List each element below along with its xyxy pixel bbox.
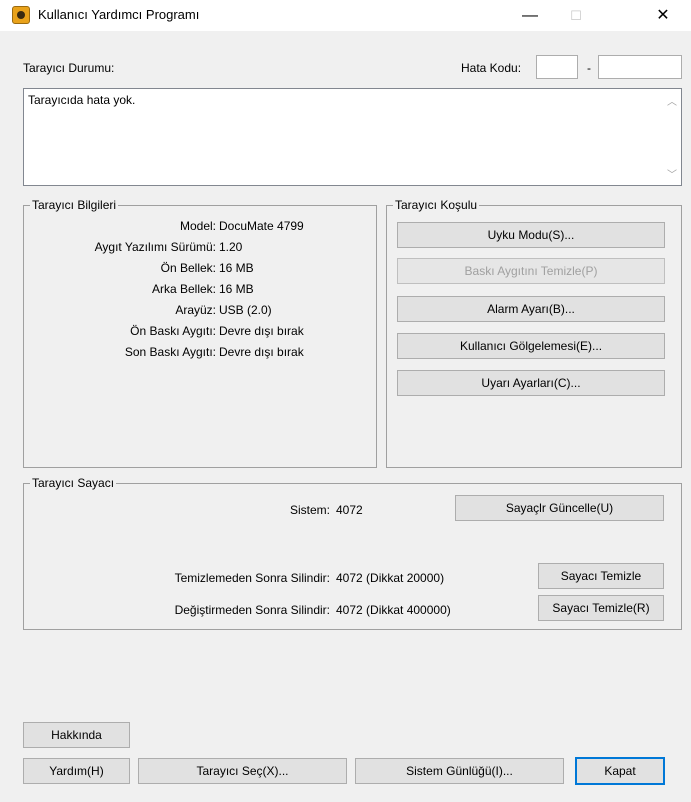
scroll-down-icon[interactable]: ﹀ [667,166,677,181]
info-label: Ön Bellek: [160,261,216,275]
help-button[interactable]: Yardım(H) [23,758,130,784]
system-counter-value: 4072 [336,503,363,517]
after-clean-label: Temizlemeden Sonra Silindir: [174,571,330,585]
after-clean-value: 4072 (Dikkat 20000) [336,571,445,585]
user-shading-button[interactable]: Kullanıcı Gölgelemesi(E)... [397,333,665,359]
status-message-box[interactable]: Tarayıcıda hata yok. ︿ ﹀ [23,88,682,186]
info-label: Aygıt Yazılımı Sürümü: [94,240,216,254]
error-code-label: Hata Kodu: [461,61,522,75]
close-window-button[interactable]: ✕ [640,0,686,31]
about-button[interactable]: Hakkında [23,722,130,748]
info-value: Devre dışı bırak [219,324,304,338]
after-replace-label: Değiştirmeden Sonra Silindir: [174,603,330,617]
scanner-info-title: Tarayıcı Bilgileri [30,198,119,212]
scanner-counter-title: Tarayıcı Sayacı [30,476,117,490]
system-counter-label: Sistem: [289,503,330,517]
clear-counter-button[interactable]: Sayacı Temizle [538,563,664,589]
info-label: Arayüz: [175,303,216,317]
info-label: Ön Baskı Aygıtı: [130,324,216,338]
error-code-separator: - [587,61,591,75]
info-value: DocuMate 4799 [219,219,304,233]
info-value: Devre dışı bırak [219,345,304,359]
select-scanner-button[interactable]: Tarayıcı Seç(X)... [138,758,347,784]
scanner-condition-title: Tarayıcı Koşulu [393,198,480,212]
info-value: 1.20 [219,240,243,254]
maximize-button[interactable]: ☐ [553,0,599,31]
info-label: Son Baskı Aygıtı: [124,345,216,359]
info-value: 16 MB [219,261,254,275]
info-value: USB (2.0) [219,303,272,317]
scroll-up-icon[interactable]: ︿ [667,93,677,108]
app-icon [12,6,30,24]
minimize-button[interactable]: — [507,0,553,31]
update-counters-button[interactable]: Sayaçlr Güncelle(U) [455,495,664,521]
scanner-status-label: Tarayıcı Durumu: [23,61,115,75]
error-code-field-1 [536,55,578,79]
info-label: Arka Bellek: [151,282,216,296]
clear-counter-r-button[interactable]: Sayacı Temizle(R) [538,595,664,621]
after-replace-value: 4072 (Dikkat 400000) [336,603,451,617]
title-bar: Kullanıcı Yardımcı Programı — ☐ ✕ [0,0,691,31]
info-value: 16 MB [219,282,254,296]
info-label: Model: [179,219,216,233]
close-button[interactable]: Kapat [575,757,665,785]
error-code-field-2 [598,55,682,79]
alarm-settings-button[interactable]: Alarm Ayarı(B)... [397,296,665,322]
window-title: Kullanıcı Yardımcı Programı [38,7,200,22]
warning-settings-button[interactable]: Uyarı Ayarları(C)... [397,370,665,396]
status-message: Tarayıcıda hata yok. [28,93,136,107]
clear-imprinter-button[interactable]: Baskı Aygıtını Temizle(P) [397,258,665,284]
sleep-mode-button[interactable]: Uyku Modu(S)... [397,222,665,248]
system-log-button[interactable]: Sistem Günlüğü(I)... [355,758,564,784]
